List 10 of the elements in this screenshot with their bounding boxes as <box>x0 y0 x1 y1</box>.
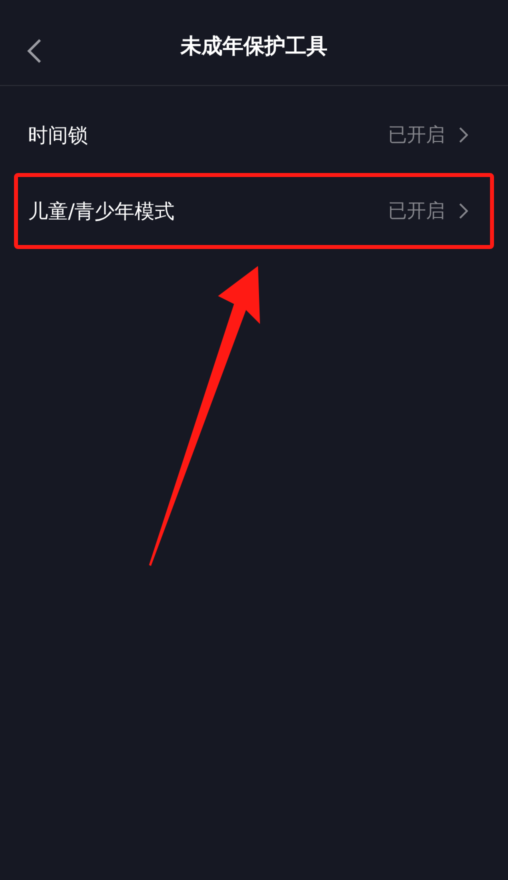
chevron-icon <box>459 127 468 143</box>
page-title: 未成年保护工具 <box>180 32 328 60</box>
settings-row[interactable]: 时间锁 已开启 <box>14 97 494 173</box>
settings-row[interactable]: 儿童/青少年模式 已开启 <box>14 173 494 249</box>
chevron-icon <box>459 203 468 219</box>
row-label: 儿童/青少年模式 <box>28 198 175 225</box>
row-status: 已开启 <box>388 122 445 148</box>
row-label: 时间锁 <box>28 122 88 149</box>
back-icon[interactable] <box>26 38 42 64</box>
row-status: 已开启 <box>388 198 445 224</box>
